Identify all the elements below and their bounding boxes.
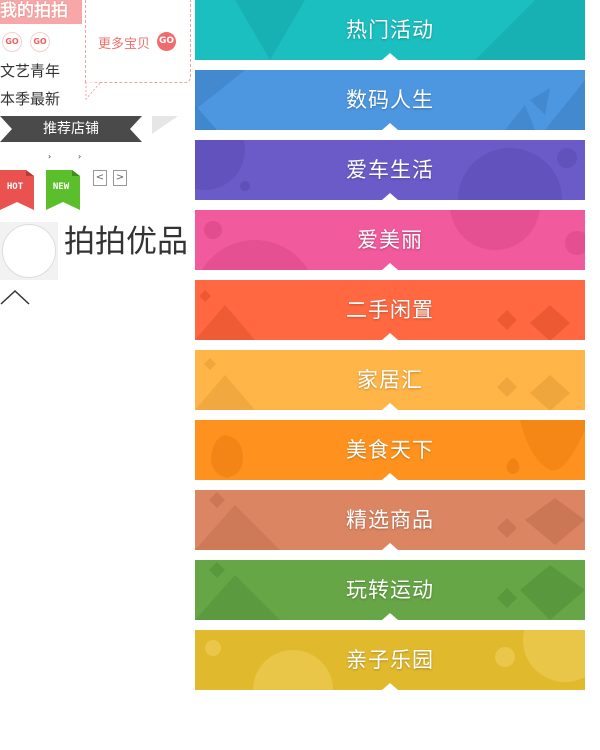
category-label: 数码人生 (346, 88, 434, 112)
category-banner-selected-goods[interactable]: 精选商品 (195, 490, 585, 550)
category-label: 精选商品 (346, 508, 434, 532)
next-button[interactable]: > (113, 170, 127, 186)
banner-notch (382, 543, 398, 550)
banner-notch (382, 683, 398, 690)
small-arrow-icon: › (78, 152, 82, 161)
new-badge-label: NEW (52, 182, 70, 192)
category-label: 美食天下 (346, 438, 434, 462)
category-banner-second-hand[interactable]: 二手闲置 (195, 280, 585, 340)
speech-tail-icon (85, 82, 101, 100)
banner-notch (382, 193, 398, 200)
banner-notch (382, 123, 398, 130)
banner-notch (382, 53, 398, 60)
hot-badge-label: HOT (6, 182, 24, 192)
category-label: 爱车生活 (346, 158, 434, 182)
link-benji-zuixin[interactable]: 本季最新 (0, 88, 60, 109)
category-label: 亲子乐园 (346, 648, 434, 672)
category-banner-car-life[interactable]: 爱车生活 (195, 140, 585, 200)
link-wenyi-qingnian[interactable]: 文艺青年 (0, 60, 60, 81)
more-items-go-button[interactable]: GO (157, 32, 176, 51)
avatar-frame (0, 222, 58, 280)
go-badge-1[interactable]: GO (2, 32, 22, 52)
category-label: 热门活动 (346, 18, 434, 42)
category-label: 爱美丽 (357, 228, 423, 252)
category-banner-digital-life[interactable]: 数码人生 (195, 70, 585, 130)
recommend-shops-label[interactable]: 推荐店铺 (0, 116, 142, 142)
category-banner-hot-events[interactable]: 热门活动 (195, 0, 585, 60)
category-banner-food[interactable]: 美食天下 (195, 420, 585, 480)
banner-notch (382, 403, 398, 410)
banner-notch (382, 473, 398, 480)
more-items-label[interactable]: 更多宝贝 (98, 33, 150, 52)
category-banner-beauty[interactable]: 爱美丽 (195, 210, 585, 270)
category-banner-parent-child[interactable]: 亲子乐园 (195, 630, 585, 690)
go-badge-2[interactable]: GO (30, 32, 50, 52)
banner-notch (382, 263, 398, 270)
page-fold-icon (152, 116, 178, 134)
prev-button[interactable]: < (93, 170, 107, 186)
category-label: 玩转运动 (346, 578, 434, 602)
left-sidebar: 我的拍拍 GO GO 文艺青年 本季最新 更多宝贝 GO 推荐店铺 › › HO… (0, 0, 192, 750)
small-arrow-icon: › (48, 152, 52, 161)
chevron-up-icon[interactable] (0, 288, 30, 306)
category-banner-sports[interactable]: 玩转运动 (195, 560, 585, 620)
youpin-title[interactable]: 拍拍优品 (64, 216, 188, 261)
category-label: 家居汇 (357, 368, 423, 392)
avatar[interactable] (2, 224, 56, 278)
category-banner-home[interactable]: 家居汇 (195, 350, 585, 410)
category-label: 二手闲置 (346, 298, 434, 322)
banner-notch (382, 613, 398, 620)
banner-notch (382, 333, 398, 340)
my-pai-title[interactable]: 我的拍拍 (0, 0, 82, 24)
